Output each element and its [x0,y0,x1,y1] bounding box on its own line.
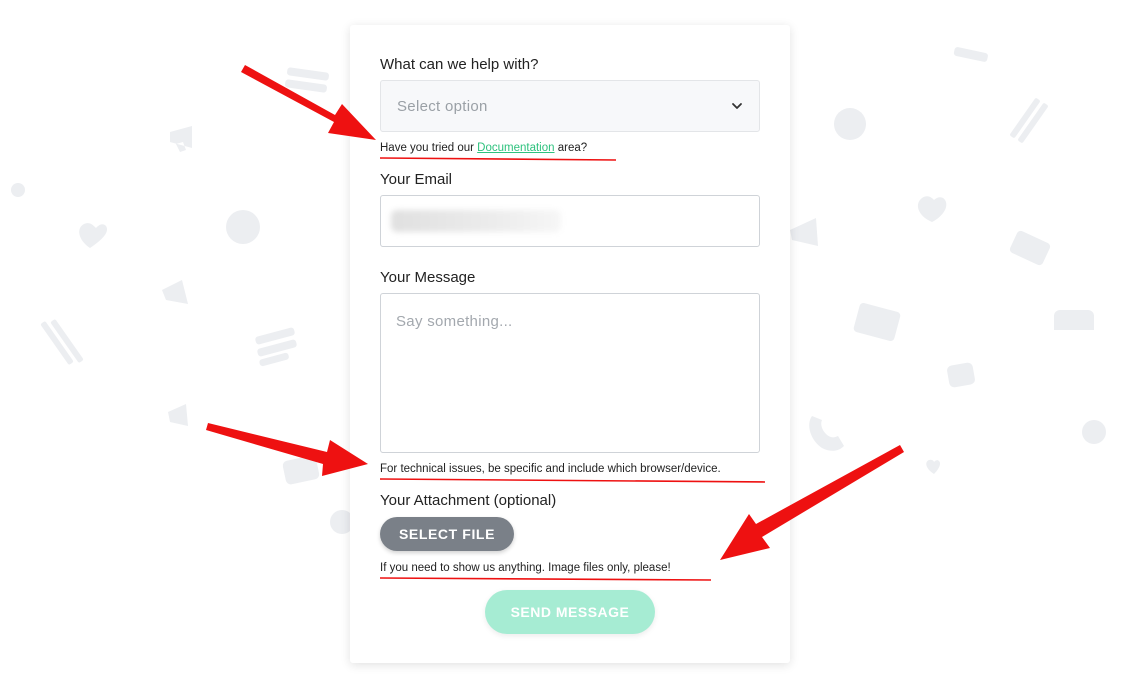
select-file-button[interactable]: SELECT FILE [380,517,514,551]
chevron-down-icon [732,103,742,109]
ticket-icon [1009,230,1051,266]
books-icon [953,47,988,62]
email-value-redacted [391,210,561,232]
message-label: Your Message [380,269,476,286]
books-icon [285,67,329,93]
help-topic-select[interactable]: Select option [380,80,760,132]
envelope-icon [853,302,901,342]
chat-bubble-icon [226,210,260,244]
megaphone-icon [790,218,818,246]
megaphone-icon [162,280,188,304]
email-field[interactable] [380,195,760,247]
send-message-button[interactable]: SEND MESSAGE [485,590,655,634]
heart-icon [926,459,941,474]
documentation-hint-suffix: area? [554,142,588,154]
heart-icon [79,223,108,248]
help-topic-label: What can we help with? [380,56,539,73]
chat-bubble-icon [282,455,320,485]
mailbox-icon [947,362,975,388]
attachment-hint: If you need to show us anything. Image f… [380,562,671,574]
books-icon [255,327,297,367]
message-placeholder: Say something... [396,313,513,330]
megaphone-icon [168,404,188,426]
contact-form-card: What can we help with? Select option Hav… [350,25,790,663]
mailbox-icon [1054,310,1094,330]
chat-bubble-icon [1082,420,1106,444]
message-hint: For technical issues, be specific and in… [380,463,721,475]
heart-icon [917,196,947,222]
select-placeholder: Select option [397,98,488,115]
chat-bubble-icon [11,183,25,197]
books-icon [40,319,84,365]
books-icon [1010,98,1048,143]
question-icon [834,108,866,140]
documentation-link[interactable]: Documentation [477,142,554,154]
megaphone-icon [170,126,192,152]
phone-icon [809,416,844,451]
attachment-label: Your Attachment (optional) [380,492,557,509]
email-label: Your Email [380,171,452,188]
documentation-hint: Have you tried our Documentation area? [380,142,587,154]
documentation-hint-prefix: Have you tried our [380,142,478,154]
message-textarea[interactable]: Say something... [380,293,760,453]
